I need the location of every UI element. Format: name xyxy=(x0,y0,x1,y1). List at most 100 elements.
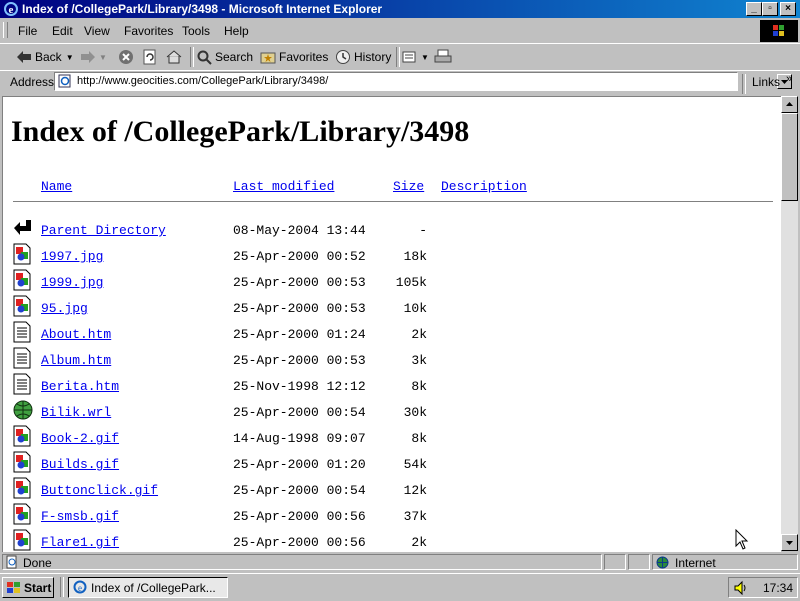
menu-file[interactable]: File xyxy=(18,24,37,38)
clock[interactable]: 17:34 xyxy=(763,581,793,595)
links-chevron-icon[interactable]: » xyxy=(786,73,792,85)
text-file-icon xyxy=(13,321,31,343)
file-modified: 25-Apr-2000 00:56 xyxy=(233,509,366,524)
world-file-icon xyxy=(13,400,33,420)
file-link[interactable]: Book-2.gif xyxy=(41,431,119,446)
file-size: 18k xyxy=(403,249,427,264)
file-link[interactable]: 1999.jpg xyxy=(41,275,103,290)
file-link[interactable]: Builds.gif xyxy=(41,457,119,472)
scrollbar-thumb[interactable] xyxy=(781,113,798,201)
file-link[interactable]: Parent Directory xyxy=(41,223,166,238)
file-link[interactable]: Berita.htm xyxy=(41,379,119,394)
image-file-icon xyxy=(13,269,31,291)
file-link[interactable]: Bilik.wrl xyxy=(41,405,111,420)
links-button[interactable]: Links xyxy=(752,75,780,89)
standard-toolbar: Back ▼ ▼ Search Favorites History ▼ xyxy=(0,43,800,71)
home-icon xyxy=(166,50,182,64)
menu-favorites[interactable]: Favorites xyxy=(124,24,173,38)
window-title: Index of /CollegePark/Library/3498 - Mic… xyxy=(22,2,383,16)
close-button[interactable]: × xyxy=(780,2,796,16)
favorites-button[interactable]: Favorites xyxy=(260,48,328,66)
status-text-panel: Done xyxy=(2,554,602,570)
forward-dropdown-icon[interactable]: ▼ xyxy=(99,53,107,62)
list-item: Bilik.wrl 25-Apr-2000 00:54 30k xyxy=(3,400,781,431)
mail-button[interactable]: ▼ xyxy=(402,48,429,66)
refresh-button[interactable] xyxy=(142,48,161,66)
back-folder-icon xyxy=(14,220,31,235)
ie-logo-icon: e xyxy=(4,2,18,16)
file-link[interactable]: 1997.jpg xyxy=(41,249,103,264)
column-header-name[interactable]: Name xyxy=(41,179,72,194)
window-title-bar[interactable]: e Index of /CollegePark/Library/3498 - M… xyxy=(0,0,800,18)
history-label: History xyxy=(354,50,392,64)
column-header-size[interactable]: Size xyxy=(393,179,424,194)
page-content: Index of /CollegePark/Library/3498 Name … xyxy=(2,96,781,552)
file-size: 2k xyxy=(411,327,427,342)
mail-dropdown-icon[interactable]: ▼ xyxy=(421,53,429,62)
history-button[interactable]: History xyxy=(335,48,391,66)
start-button[interactable]: Start xyxy=(2,577,54,598)
list-item: 95.jpg 25-Apr-2000 00:53 10k xyxy=(3,295,781,327)
file-size: 30k xyxy=(403,405,427,420)
home-button[interactable] xyxy=(166,48,185,66)
menu-edit[interactable]: Edit xyxy=(52,24,73,38)
back-dropdown-icon[interactable]: ▼ xyxy=(66,53,74,62)
minimize-button[interactable]: _ xyxy=(746,2,762,16)
file-link[interactable]: Flare1.gif xyxy=(41,535,119,550)
file-link[interactable]: Buttonclick.gif xyxy=(41,483,158,498)
toolbar-separator xyxy=(742,74,746,94)
status-panel xyxy=(628,554,650,570)
file-link[interactable]: Album.htm xyxy=(41,353,111,368)
menu-view[interactable]: View xyxy=(84,24,110,38)
scroll-down-button[interactable] xyxy=(781,534,798,551)
address-input[interactable]: http://www.geocities.com/CollegePark/Lib… xyxy=(54,72,792,91)
taskbar-separator xyxy=(60,577,64,597)
file-modified: 25-Apr-2000 00:56 xyxy=(233,535,366,550)
security-zone-panel: Internet xyxy=(652,554,798,570)
stop-icon xyxy=(119,50,133,64)
image-file-icon xyxy=(13,477,31,499)
status-text: Done xyxy=(23,556,52,570)
column-header-description[interactable]: Description xyxy=(441,179,527,194)
back-button[interactable]: Back ▼ xyxy=(16,48,74,66)
address-bar: Address http://www.geocities.com/College… xyxy=(0,70,800,95)
file-size: 8k xyxy=(411,379,427,394)
toolbar-separator xyxy=(190,47,194,67)
column-header-last-modified[interactable]: Last modified xyxy=(233,179,334,194)
start-label: Start xyxy=(24,581,52,595)
history-icon xyxy=(336,50,350,64)
file-modified: 25-Apr-2000 00:54 xyxy=(233,483,366,498)
list-item: Album.htm 25-Apr-2000 00:53 3k xyxy=(3,347,781,379)
address-url: http://www.geocities.com/CollegePark/Lib… xyxy=(77,75,329,87)
taskbar-task-ie[interactable]: e Index of /CollegePark... xyxy=(68,577,228,598)
windows-throbber-icon xyxy=(760,20,798,42)
forward-button[interactable]: ▼ xyxy=(80,48,107,66)
file-modified: 25-Apr-2000 00:54 xyxy=(233,405,366,420)
file-size: 105k xyxy=(395,275,427,290)
file-link[interactable]: F-smsb.gif xyxy=(41,509,119,524)
file-link[interactable]: 95.jpg xyxy=(41,301,88,316)
speaker-icon[interactable] xyxy=(733,580,749,596)
search-button[interactable]: Search xyxy=(196,48,253,66)
back-label: Back xyxy=(35,50,62,64)
vertical-scrollbar[interactable] xyxy=(781,96,798,551)
text-file-icon xyxy=(13,373,31,395)
list-item: F-smsb.gif 25-Apr-2000 00:56 37k xyxy=(3,503,781,535)
file-link[interactable]: About.htm xyxy=(41,327,111,342)
scroll-up-button[interactable] xyxy=(781,96,798,113)
file-modified: 25-Apr-2000 01:24 xyxy=(233,327,366,342)
windows-logo-icon xyxy=(7,582,20,593)
file-modified: 25-Apr-2000 00:52 xyxy=(233,249,366,264)
menu-bar: File Edit View Favorites Tools Help xyxy=(0,20,760,40)
menu-tools[interactable]: Tools xyxy=(182,24,210,38)
maximize-button[interactable]: ▫ xyxy=(762,2,778,16)
task-label: Index of /CollegePark... xyxy=(91,581,216,595)
security-zone: Internet xyxy=(675,556,716,570)
print-button[interactable] xyxy=(434,48,455,66)
refresh-icon xyxy=(143,49,156,65)
taskbar: Start e Index of /CollegePark... 17:34 xyxy=(0,573,800,601)
menu-help[interactable]: Help xyxy=(224,24,249,38)
list-item: Berita.htm 25-Nov-1998 12:12 8k xyxy=(3,373,781,405)
stop-button[interactable] xyxy=(118,48,137,66)
file-modified: 25-Apr-2000 00:53 xyxy=(233,275,366,290)
